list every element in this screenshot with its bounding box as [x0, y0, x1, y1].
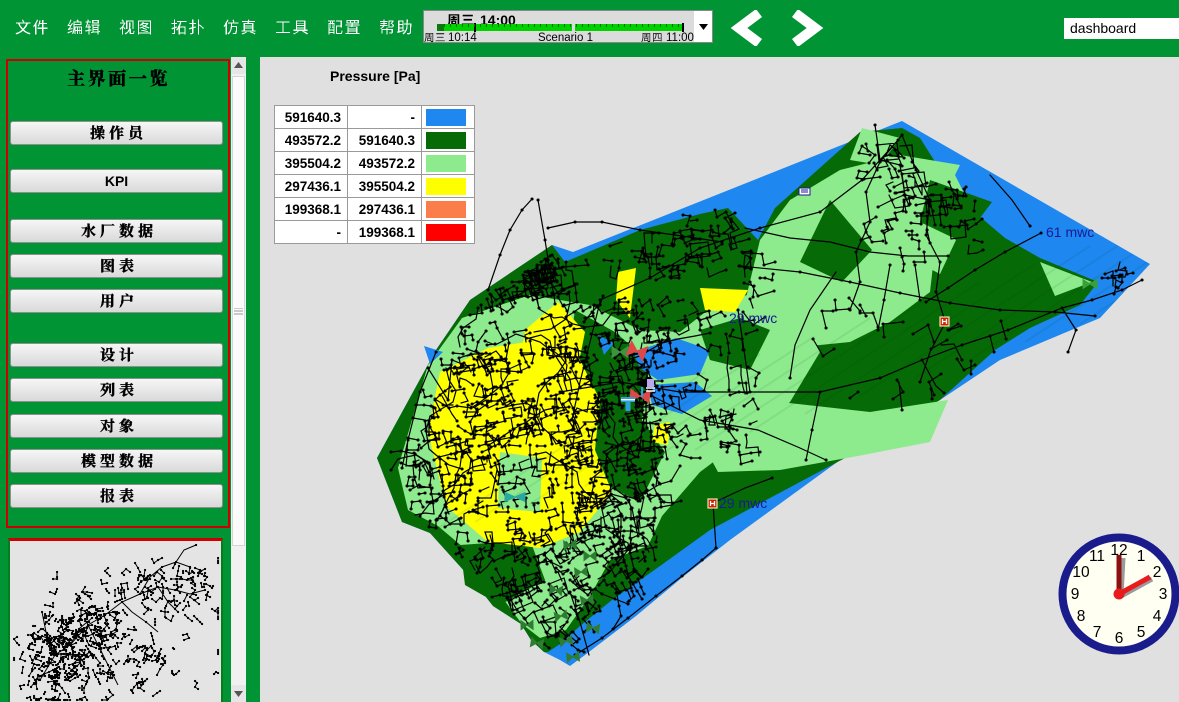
svg-text:4: 4	[1153, 608, 1162, 625]
svg-text:7: 7	[1093, 624, 1102, 641]
svg-text:11: 11	[1089, 548, 1105, 565]
svg-text:61 mwc: 61 mwc	[1046, 224, 1094, 240]
svg-text:2: 2	[1153, 564, 1162, 581]
svg-text:29 mwc: 29 mwc	[719, 495, 767, 511]
svg-text:8: 8	[1077, 608, 1086, 625]
svg-text:1: 1	[1137, 548, 1146, 565]
svg-text:10: 10	[1072, 564, 1090, 581]
svg-text:6: 6	[1115, 630, 1124, 647]
svg-text:29 mwc: 29 mwc	[729, 310, 777, 326]
svg-text:9: 9	[1071, 586, 1080, 603]
svg-text:5: 5	[1137, 624, 1146, 641]
svg-text:3: 3	[1159, 586, 1168, 603]
